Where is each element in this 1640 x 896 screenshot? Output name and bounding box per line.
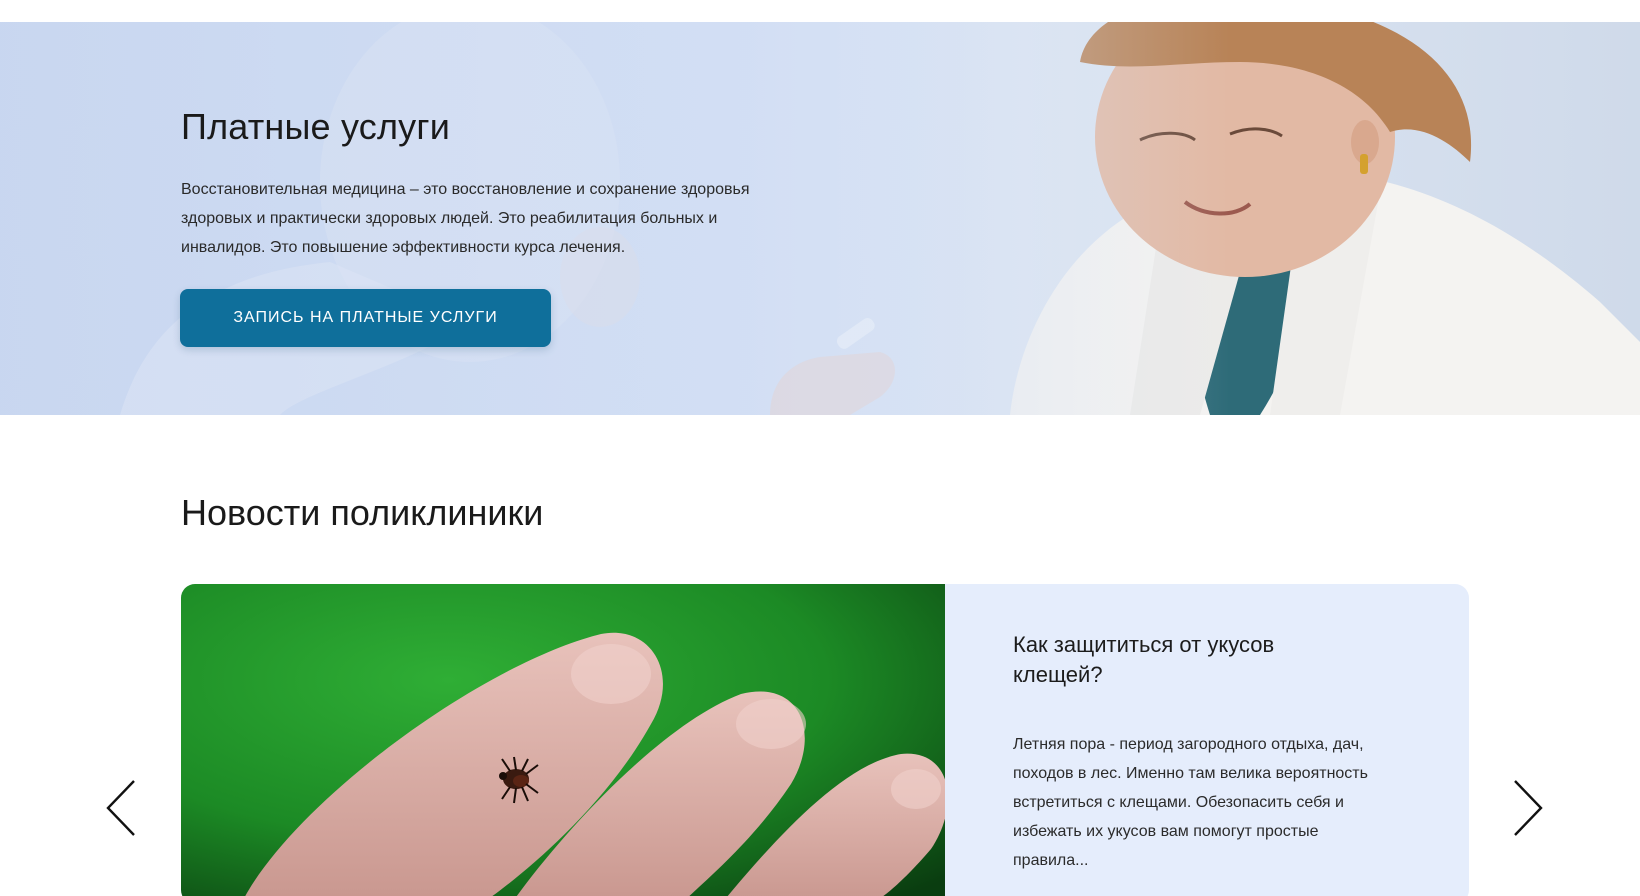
chevron-left-icon — [106, 780, 135, 836]
hero-description: Восстановительная медицина – это восстан… — [181, 181, 750, 256]
news-card-body: Как защититься от укусов клещей? Летняя … — [945, 584, 1469, 896]
news-card-excerpt: Летняя пора - период загородного отдыха,… — [1013, 736, 1368, 869]
carousel-next-button[interactable] — [1508, 778, 1548, 838]
news-card-title[interactable]: Как защититься от укусов клещей? — [1013, 630, 1333, 690]
news-section-title: Новости поликлиники — [181, 492, 544, 533]
paid-services-banner: Платные услуги Восстановительная медицин… — [0, 22, 1640, 415]
news-carousel: Как защититься от укусов клещей? Летняя … — [181, 584, 1469, 896]
book-paid-services-button[interactable]: Запись на платные услуги — [180, 289, 551, 347]
hero-title: Платные услуги — [181, 106, 451, 147]
tick-on-finger-photo — [181, 584, 945, 896]
news-card[interactable]: Как защититься от укусов клещей? Летняя … — [181, 584, 1469, 896]
chevron-right-icon — [1514, 780, 1543, 836]
carousel-prev-button[interactable] — [101, 778, 141, 838]
